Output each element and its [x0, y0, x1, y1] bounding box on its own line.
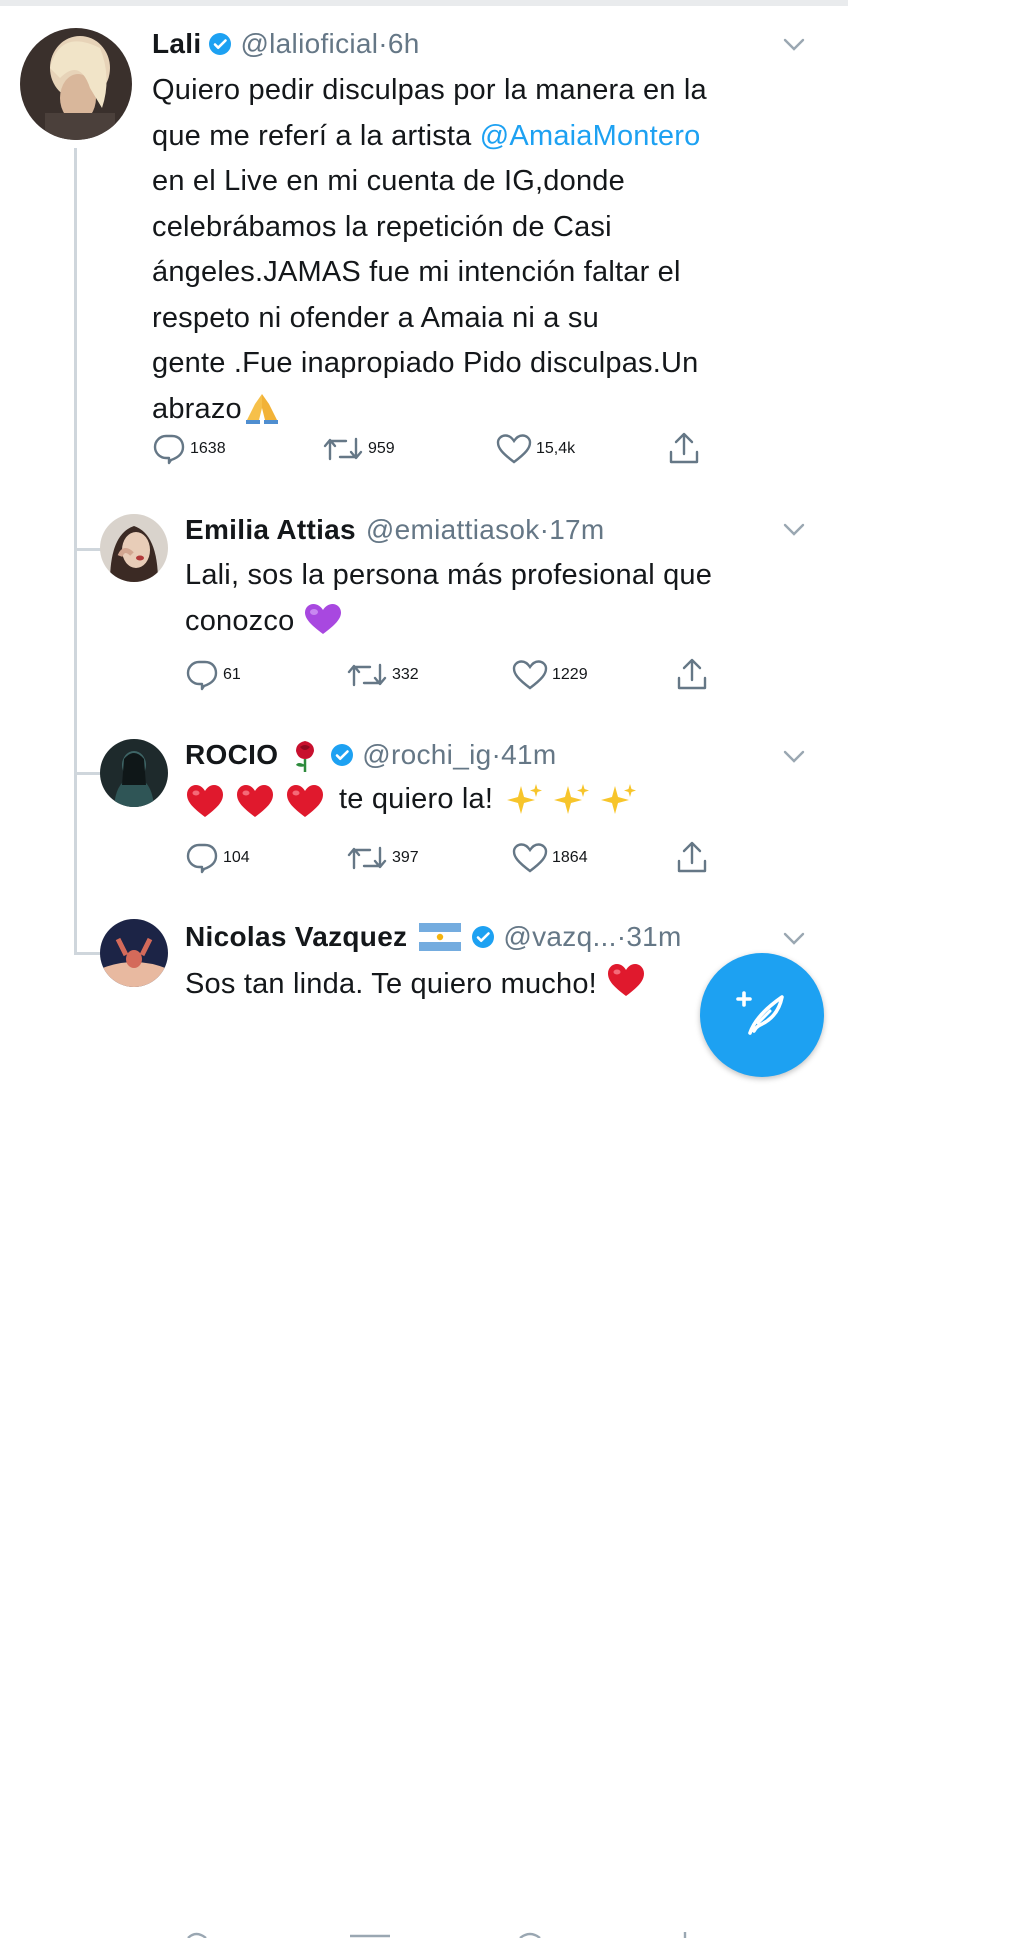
like-icon	[512, 843, 548, 873]
verified-badge-icon	[471, 925, 495, 949]
like-button[interactable]: 1229	[512, 659, 588, 691]
avatar-image	[20, 28, 132, 140]
like-icon	[512, 660, 548, 690]
reply-button[interactable]: 104	[185, 842, 250, 874]
timestamp[interactable]: 31m	[626, 921, 681, 953]
rose-emoji-icon	[290, 737, 320, 773]
avatar-image	[100, 919, 168, 987]
like-count: 1864	[552, 849, 588, 866]
retweet-count: 332	[392, 666, 419, 683]
red-heart-emoji-icon	[185, 780, 333, 820]
display-name[interactable]: ROCIO	[185, 739, 278, 771]
share-button[interactable]	[668, 432, 704, 466]
display-name[interactable]: Lali	[152, 28, 201, 60]
reply-count: 61	[223, 666, 241, 683]
reply-icon	[186, 660, 218, 691]
like-icon	[496, 434, 532, 464]
avatar[interactable]	[20, 28, 132, 140]
avatar-image	[100, 514, 168, 582]
chevron-down-icon[interactable]	[783, 38, 805, 52]
reply-button[interactable]: 61	[185, 659, 241, 691]
reply-icon	[153, 434, 185, 465]
share-icon	[677, 658, 707, 690]
retweet-count: 959	[368, 440, 395, 457]
share-icon	[669, 432, 699, 464]
chevron-down-icon[interactable]	[783, 750, 805, 764]
username[interactable]: @lalioficial	[240, 28, 378, 60]
tweet-text-line: respeto ni ofender a Amaia ni a su	[152, 301, 599, 334]
tweet-text-line: ángeles.JAMAS fue mi intención faltar el	[152, 256, 681, 288]
retweet-icon	[323, 437, 363, 461]
compose-tweet-icon	[736, 991, 784, 1035]
display-name[interactable]: Nicolas Vazquez	[185, 921, 407, 953]
tweet-text-line: Lali, sos la persona más profesional que	[185, 559, 713, 591]
separator-dot: ·	[539, 514, 550, 545]
tweet-lali[interactable]: Lali @lalioficial · 6h Quiero pedir disc…	[0, 0, 848, 500]
avatar[interactable]	[100, 514, 168, 582]
sparkles-emoji-icon	[505, 780, 643, 820]
avatar-image	[100, 739, 168, 807]
like-button[interactable]: 15,4k	[496, 433, 575, 465]
action-bar-partial	[180, 1925, 700, 1939]
red-heart-emoji-icon	[605, 959, 647, 999]
tweet-text: Lali, sos la persona más profesional que…	[185, 553, 825, 644]
avatar[interactable]	[100, 739, 168, 807]
reply-icon	[186, 843, 218, 874]
share-button[interactable]	[676, 841, 712, 875]
like-count: 15,4k	[536, 440, 576, 457]
reply-button[interactable]: 1638	[152, 433, 226, 465]
tweet-rocio[interactable]: ROCIO @rochi_ig · 41m te quiero la! 104 …	[0, 725, 848, 905]
like-button[interactable]: 1864	[512, 842, 588, 874]
tweet-text-line: conozco	[185, 599, 825, 645]
separator-dot: ·	[491, 739, 502, 770]
tweet-text-line: Quiero pedir disculpas por la manera en …	[152, 74, 707, 106]
tweet-text-line: te quiero la!	[339, 783, 494, 815]
username[interactable]: @emiattiasok	[366, 514, 540, 546]
retweet-count: 397	[392, 849, 419, 866]
chevron-down-icon[interactable]	[783, 932, 805, 946]
tweet-text: Quiero pedir disculpas por la manera en …	[152, 68, 812, 432]
reply-count: 1638	[190, 440, 226, 457]
timestamp[interactable]: 6h	[388, 28, 420, 60]
purple-heart-emoji-icon	[303, 602, 343, 636]
tweet-text-line: Sos tan linda. Te quiero mucho!	[185, 968, 597, 1000]
retweet-button[interactable]: 332	[346, 659, 419, 691]
tweet-text-line: abrazo	[152, 387, 812, 433]
separator-dot: ·	[378, 28, 388, 59]
reply-count: 104	[223, 849, 250, 866]
compose-tweet-button[interactable]	[700, 953, 824, 1077]
argentina-flag-emoji-icon	[419, 923, 462, 951]
tweet-text-segment: conozco	[185, 604, 295, 637]
username[interactable]: @rochi_ig	[362, 739, 491, 771]
share-button[interactable]	[676, 658, 712, 692]
chevron-down-icon[interactable]	[783, 523, 805, 537]
display-name[interactable]: Emilia Attias	[185, 514, 356, 546]
retweet-icon	[347, 846, 387, 870]
timestamp[interactable]: 17m	[549, 514, 604, 546]
avatar[interactable]	[100, 919, 168, 987]
retweet-icon	[347, 663, 387, 687]
tweet-text-segment: que me referí a la artista	[152, 119, 480, 152]
tweet-text-line: en el Live en mi cuenta de IG,donde	[152, 165, 625, 197]
verified-badge-icon	[208, 32, 232, 56]
timestamp[interactable]: 41m	[501, 739, 556, 771]
tweet-emilia-attias[interactable]: Emilia Attias @emiattiasok · 17m Lali, s…	[0, 500, 848, 725]
retweet-button[interactable]: 959	[322, 433, 395, 465]
like-count: 1229	[552, 666, 588, 683]
folded-hands-emoji-icon	[242, 390, 282, 424]
mention-link[interactable]: @AmaiaMontero	[480, 120, 701, 152]
separator-dot: ·	[616, 921, 627, 952]
share-icon	[677, 841, 707, 873]
retweet-button[interactable]: 397	[346, 842, 419, 874]
tweet-text-segment: abrazo	[152, 392, 242, 425]
tweet-text-line: que me referí a la artista @AmaiaMontero	[152, 114, 812, 160]
tweet-text: te quiero la!	[185, 777, 825, 823]
tweet-text-line: celebrábamos la repetición de Casi	[152, 210, 612, 243]
username[interactable]: @vazq...	[503, 921, 616, 953]
verified-badge-icon	[330, 743, 354, 767]
tweet-text-line: gente .Fue inapropiado Pido disculpas.Un	[152, 347, 699, 379]
